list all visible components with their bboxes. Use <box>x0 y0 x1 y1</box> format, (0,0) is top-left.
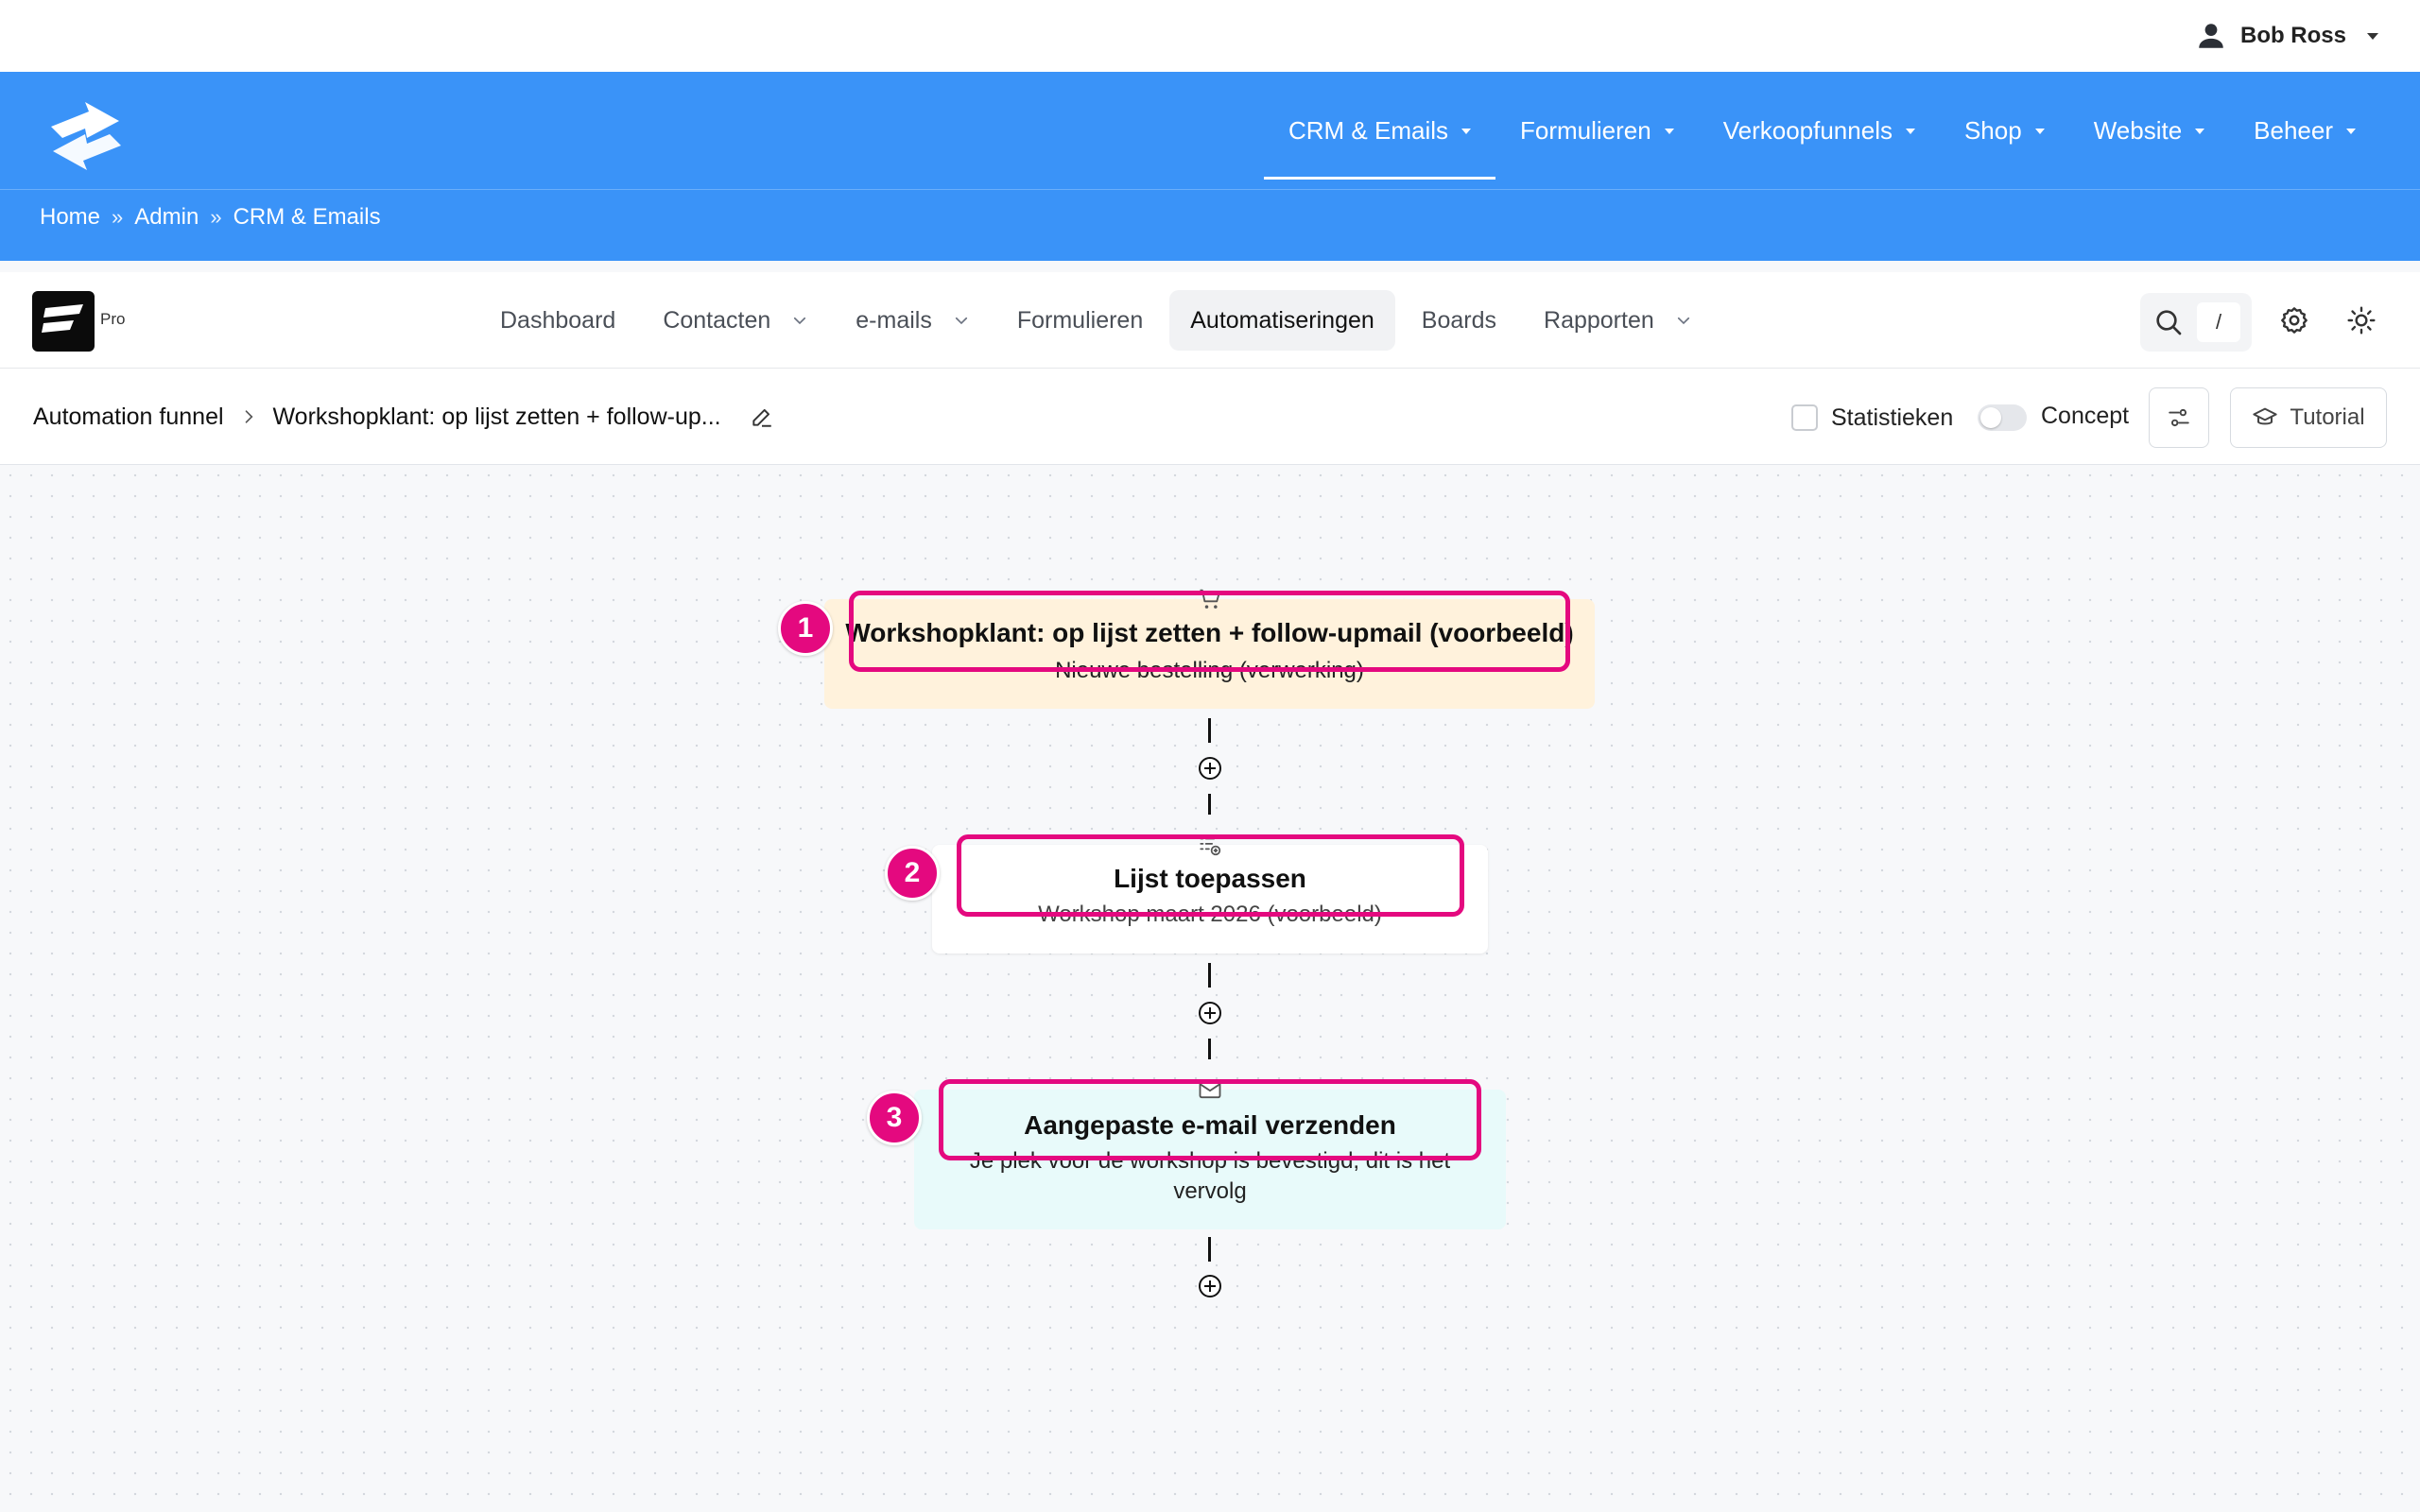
tutorial-label: Tutorial <box>2290 404 2365 430</box>
chevron-right-icon <box>245 410 253 423</box>
nav-shop[interactable]: Shop <box>1940 72 2069 189</box>
breadcrumb-automation-funnel[interactable]: Automation funnel <box>33 404 224 431</box>
user-name: Bob Ross <box>2239 23 2346 48</box>
highlight-frame <box>957 834 1464 917</box>
caret-down-icon <box>2367 32 2378 40</box>
user-menu[interactable]: Bob Ross <box>2195 19 2378 53</box>
settings-button[interactable] <box>2272 298 2317 343</box>
pro-badge: Pro <box>100 310 126 328</box>
highlight-frame <box>849 591 1570 672</box>
toggle-knob <box>1980 407 2001 428</box>
filter-settings-button[interactable] <box>2149 387 2209 448</box>
highlight-frame <box>939 1079 1481 1160</box>
concept-toggle[interactable] <box>1978 404 2027 431</box>
nav-beheer[interactable]: Beheer <box>2229 72 2380 189</box>
tutorial-button[interactable]: Tutorial <box>2230 387 2387 448</box>
app-logo-icon[interactable] <box>32 291 95 352</box>
statistics-checkbox[interactable] <box>1791 404 1818 431</box>
header-divider <box>0 189 2420 190</box>
connector-line <box>1208 963 1211 988</box>
nav-verkoopfunnels[interactable]: Verkoopfunnels <box>1699 72 1940 189</box>
connector-line <box>1208 718 1211 743</box>
connector-line <box>1208 1039 1211 1059</box>
connector-line <box>1208 1237 1211 1262</box>
logo-icon <box>51 102 121 170</box>
breadcrumb-separator: » <box>210 205 222 229</box>
app-logo-mark <box>42 304 83 333</box>
caret-down-icon <box>1461 129 1471 134</box>
nav-formulieren[interactable]: Formulieren <box>1495 72 1699 189</box>
tab-rapporten[interactable]: Rapporten <box>1523 290 1713 351</box>
step-number-badge: 2 <box>885 846 940 901</box>
sliders-icon <box>2169 408 2189 427</box>
tab-formulieren[interactable]: Formulieren <box>996 290 1164 351</box>
user-bar: Bob Ross <box>0 0 2420 72</box>
funnel-breadcrumb: Automation funnel Workshopklant: op lijs… <box>33 369 774 465</box>
caret-down-icon <box>2346 129 2356 134</box>
tab-dashboard[interactable]: Dashboard <box>479 290 636 351</box>
tab-contacten[interactable]: Contacten <box>642 290 829 351</box>
user-icon <box>2199 24 2223 48</box>
statistics-label: Statistieken <box>1831 404 1954 431</box>
add-step-icon[interactable] <box>1197 755 1223 782</box>
breadcrumb-home[interactable]: Home <box>40 204 100 231</box>
theme-toggle-button[interactable] <box>2339 298 2384 343</box>
node-subtitle-line: vervolg <box>1173 1178 1247 1204</box>
breadcrumb-separator: » <box>112 205 124 229</box>
nav-website[interactable]: Website <box>2069 72 2229 189</box>
chevron-down-icon <box>794 317 806 325</box>
search-button[interactable]: / <box>2140 293 2252 352</box>
add-step-icon[interactable] <box>1197 1273 1223 1299</box>
sub-nav: Dashboard Contacten e-mails Formulieren … <box>479 289 1713 352</box>
tab-e-mails[interactable]: e-mails <box>835 290 991 351</box>
automation-canvas[interactable]: Workshopklant: op lijst zetten + follow-… <box>0 465 2420 1512</box>
breadcrumb-admin[interactable]: Admin <box>134 204 199 231</box>
search-shortcut: / <box>2197 302 2240 342</box>
graduation-cap-icon <box>2253 407 2278 425</box>
concept-label: Concept <box>2041 403 2130 429</box>
tab-boards[interactable]: Boards <box>1401 290 1517 351</box>
app-bar: Pro Dashboard Contacten e-mails Formulie… <box>0 272 2420 369</box>
tab-automatiseringen[interactable]: Automatiseringen <box>1169 290 1395 351</box>
caret-down-icon <box>1664 129 1674 134</box>
caret-down-icon <box>1905 129 1915 134</box>
main-nav: CRM & Emails Formulieren Verkoopfunnels … <box>1263 72 2380 189</box>
gear-icon <box>2281 307 2308 334</box>
breadcrumb: Home » Admin » CRM & Emails <box>40 204 381 231</box>
add-step-icon[interactable] <box>1197 1000 1223 1026</box>
breadcrumb-crm-emails[interactable]: CRM & Emails <box>233 204 381 231</box>
caret-down-icon <box>2195 129 2205 134</box>
connector-line <box>1208 794 1211 815</box>
funnel-title: Workshopklant: op lijst zetten + follow-… <box>272 403 721 430</box>
step-number-badge: 3 <box>867 1091 922 1145</box>
chevron-down-icon <box>955 317 967 325</box>
edit-icon[interactable] <box>750 404 774 429</box>
sun-icon <box>2347 306 2376 335</box>
search-icon <box>2156 310 2182 335</box>
step-number-badge: 1 <box>778 601 833 656</box>
caret-down-icon <box>2034 129 2045 134</box>
chevron-down-icon <box>1677 317 1689 325</box>
main-header: CRM & Emails Formulieren Verkoopfunnels … <box>0 72 2420 261</box>
nav-crm-emails[interactable]: CRM & Emails <box>1263 72 1496 189</box>
